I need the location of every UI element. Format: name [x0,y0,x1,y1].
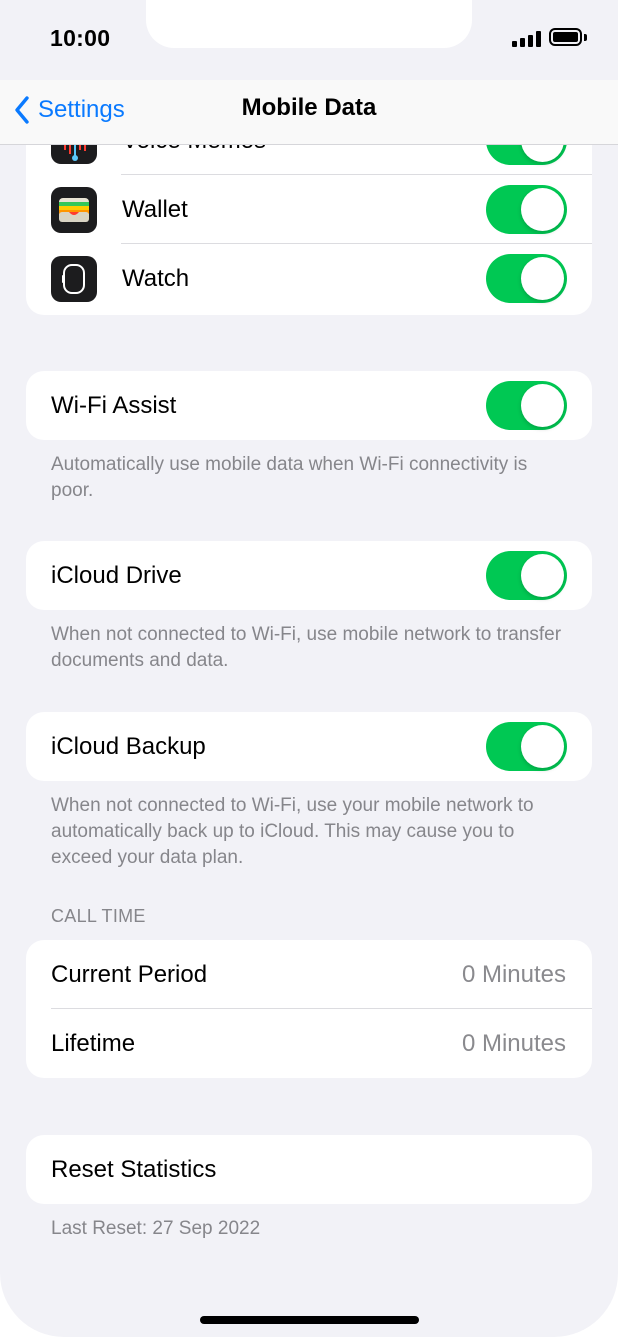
icloud-drive-toggle[interactable] [486,551,567,600]
toggle-knob [521,188,564,231]
wallet-toggle[interactable] [486,185,567,234]
last-reset-footer: Last Reset: 27 Sep 2022 [51,1218,261,1239]
icloud-drive-group: iCloud Drive [26,541,592,610]
reset-statistics-label: Reset Statistics [51,1156,217,1183]
home-indicator[interactable] [200,1316,419,1324]
call-time-group: Current Period 0 Minutes Lifetime 0 Minu… [26,940,592,1078]
navigation-bar: Settings Mobile Data [0,80,618,145]
call-time-row-lifetime: Lifetime 0 Minutes [26,1009,592,1078]
reset-statistics-button[interactable]: Reset Statistics [26,1135,592,1204]
wifi-assist-group: Wi-Fi Assist [26,371,592,440]
notch [146,0,472,48]
icloud-backup-toggle[interactable] [486,722,567,771]
icloud-backup-footer: When not connected to Wi-Fi, use your mo… [51,795,534,868]
toggle-knob [521,725,564,768]
icloud-drive-row: iCloud Drive [26,541,592,610]
lifetime-label: Lifetime [51,1030,136,1057]
toggle-knob [521,554,564,597]
watch-toggle[interactable] [486,254,567,303]
app-row-wallet: Wallet [26,175,592,244]
battery-icon [549,28,582,46]
icloud-backup-group: iCloud Backup [26,712,592,781]
call-time-row-current-period: Current Period 0 Minutes [26,940,592,1009]
icloud-drive-label: iCloud Drive [51,562,182,589]
wallet-icon [51,187,97,233]
status-time: 10:00 [50,25,111,51]
app-label: Watch [122,265,190,292]
app-row-watch: Watch [26,244,592,313]
wifi-assist-footer: Automatically use mobile data when Wi-Fi… [51,454,528,501]
wifi-assist-toggle[interactable] [486,381,567,430]
app-label: Wallet [122,196,188,223]
call-time-header: CALL TIME [51,906,146,926]
icloud-backup-row: iCloud Backup [26,712,592,781]
icloud-backup-label: iCloud Backup [51,733,206,760]
toggle-knob [521,257,564,300]
settings-content: Voice Memos Wallet [0,0,618,1337]
lifetime-value: 0 Minutes [461,1030,566,1057]
wifi-assist-label: Wi-Fi Assist [51,392,177,419]
current-period-value: 0 Minutes [461,961,566,988]
watch-icon [51,256,97,302]
phone-screen: Voice Memos Wallet [0,0,618,1337]
icloud-drive-footer: When not connected to Wi-Fi, use mobile … [51,624,562,671]
current-period-label: Current Period [51,961,208,988]
status-bar: 10:00 [0,0,618,80]
page-title: Mobile Data [241,94,377,121]
wifi-assist-row: Wi-Fi Assist [26,371,592,440]
toggle-knob [521,384,564,427]
reset-group: Reset Statistics [26,1135,592,1204]
battery-cap [584,34,587,41]
cellular-signal-icon [512,31,542,47]
